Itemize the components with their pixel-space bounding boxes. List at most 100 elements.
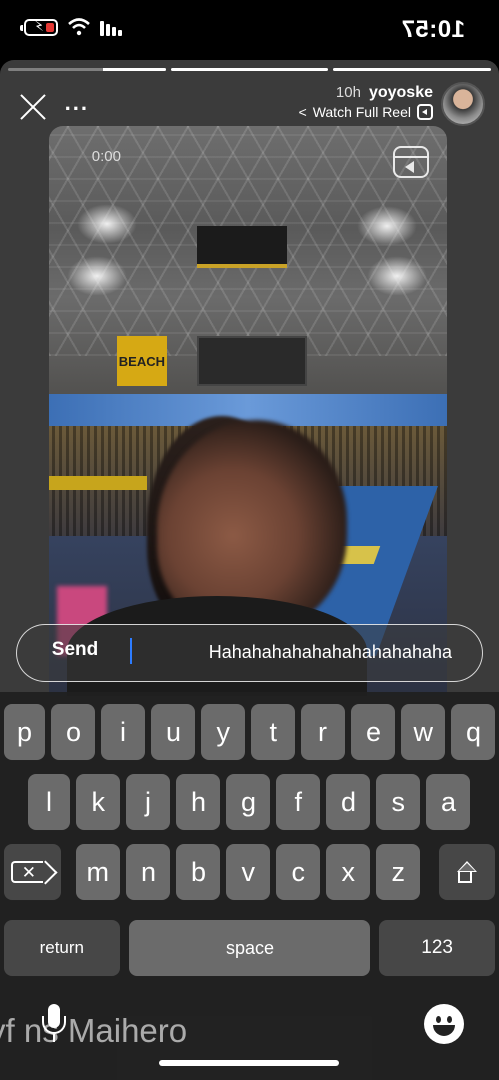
hanging-scoreboard xyxy=(197,226,287,268)
arena-banner-text: BEACH xyxy=(118,353,166,369)
progress-segment xyxy=(170,68,329,71)
key-x[interactable]: x xyxy=(326,844,370,900)
time-ago: 10h xyxy=(335,84,361,101)
key-w[interactable]: w xyxy=(401,704,445,760)
numbers-key[interactable]: 123 xyxy=(379,920,495,976)
key-a[interactable]: a xyxy=(426,774,470,830)
progress-fill xyxy=(102,68,166,71)
key-j[interactable]: j xyxy=(126,774,170,830)
key-u[interactable]: u xyxy=(151,704,195,760)
arena-light xyxy=(367,256,427,296)
key-o[interactable]: o xyxy=(51,704,95,760)
shift-key[interactable] xyxy=(439,844,495,900)
more-options-icon[interactable]: ... xyxy=(63,90,87,116)
video-time: 0:00 xyxy=(91,148,121,165)
key-label: k xyxy=(91,786,105,817)
key-label: r xyxy=(318,716,328,747)
home-indicator[interactable] xyxy=(159,1060,339,1066)
key-label: j xyxy=(145,786,151,817)
key-k[interactable]: k xyxy=(76,774,120,830)
cellular-signal-icon xyxy=(100,18,122,36)
key-label: i xyxy=(120,716,126,747)
send-button[interactable]: Send xyxy=(40,639,110,667)
avatar[interactable] xyxy=(441,82,485,126)
key-h[interactable]: h xyxy=(176,774,220,830)
backspace-key[interactable]: ✕ xyxy=(4,844,61,900)
key-label: f xyxy=(294,786,302,817)
emoji-icon[interactable] xyxy=(424,1004,464,1044)
status-time: 10:57 xyxy=(401,16,465,43)
arena-light xyxy=(357,206,417,246)
key-label: d xyxy=(340,786,356,817)
key-label: m xyxy=(86,856,110,887)
key-label: l xyxy=(46,786,52,817)
key-label: b xyxy=(190,856,206,887)
key-label: p xyxy=(16,716,33,747)
arena-light xyxy=(67,256,127,296)
username[interactable]: yoyoske xyxy=(369,84,433,102)
charging-bolt-icon: ⚡ xyxy=(34,17,44,34)
close-icon[interactable] xyxy=(15,88,51,124)
key-label: t xyxy=(269,716,277,747)
key-label: v xyxy=(241,856,255,887)
key-b[interactable]: b xyxy=(176,844,220,900)
key-i[interactable]: i xyxy=(101,704,145,760)
status-bar: 10:57 ⚡ xyxy=(0,0,499,60)
overlay-caption: 0nlyf ns Maihero xyxy=(0,1012,188,1049)
key-y[interactable]: y xyxy=(201,704,245,760)
watch-full-reel-label: Watch Full Reel xyxy=(312,104,411,120)
keyboard-row-2: a s d f g h j k l xyxy=(0,774,499,830)
reels-icon[interactable] xyxy=(393,146,429,178)
reel-icon xyxy=(417,104,433,120)
key-t[interactable]: t xyxy=(251,704,295,760)
reply-input[interactable]: Hahahahahahahahahahahaha Send xyxy=(16,624,483,682)
backspace-icon: ✕ xyxy=(11,861,44,883)
key-label: e xyxy=(365,716,381,747)
key-v[interactable]: v xyxy=(226,844,270,900)
story-progress xyxy=(7,68,491,71)
key-label: u xyxy=(165,716,181,747)
key-label: n xyxy=(140,856,156,887)
key-s[interactable]: s xyxy=(376,774,420,830)
key-f[interactable]: f xyxy=(276,774,320,830)
key-d[interactable]: d xyxy=(326,774,370,830)
key-g[interactable]: g xyxy=(226,774,270,830)
key-label: z xyxy=(391,856,405,887)
key-r[interactable]: r xyxy=(301,704,345,760)
arena-rail xyxy=(49,476,147,490)
space-key[interactable]: space xyxy=(129,920,370,976)
key-label: h xyxy=(190,786,206,817)
key-n[interactable]: n xyxy=(126,844,170,900)
key-p[interactable]: p xyxy=(4,704,45,760)
reel-video[interactable]: BEACH 0:00 xyxy=(49,126,447,696)
screen: 10:57 ⚡ 10h yoyoske Watch Full Reel > ..… xyxy=(0,0,499,1080)
key-label: g xyxy=(240,786,256,817)
key-l[interactable]: l xyxy=(28,774,70,830)
key-label: y xyxy=(216,716,230,747)
key-label: o xyxy=(65,716,81,747)
arena-banner: BEACH xyxy=(117,336,167,386)
jumbotron xyxy=(197,336,307,386)
status-icons: ⚡ xyxy=(24,18,122,36)
user-info: 10h yoyoske Watch Full Reel > xyxy=(299,84,433,120)
key-q[interactable]: q xyxy=(451,704,495,760)
key-label: a xyxy=(440,786,456,817)
chevron-right-icon: > xyxy=(298,104,307,120)
progress-segment xyxy=(7,68,166,71)
reply-text[interactable]: Hahahahahahahahahahahaha xyxy=(132,642,452,663)
numbers-key-label: 123 xyxy=(421,937,453,958)
return-key-label: return xyxy=(39,938,85,957)
return-key[interactable]: return xyxy=(4,920,120,976)
progress-fill xyxy=(170,68,329,71)
key-label: x xyxy=(341,856,355,887)
watch-full-reel-link[interactable]: Watch Full Reel > xyxy=(299,104,433,120)
username-row: 10h yoyoske xyxy=(299,84,433,102)
battery-level xyxy=(46,22,54,32)
keyboard-row-4: 123 space return xyxy=(0,920,499,976)
key-z[interactable]: z xyxy=(376,844,420,900)
key-c[interactable]: c xyxy=(276,844,320,900)
key-e[interactable]: e xyxy=(351,704,395,760)
key-label: s xyxy=(391,786,405,817)
key-m[interactable]: m xyxy=(76,844,120,900)
progress-segment xyxy=(333,68,491,71)
